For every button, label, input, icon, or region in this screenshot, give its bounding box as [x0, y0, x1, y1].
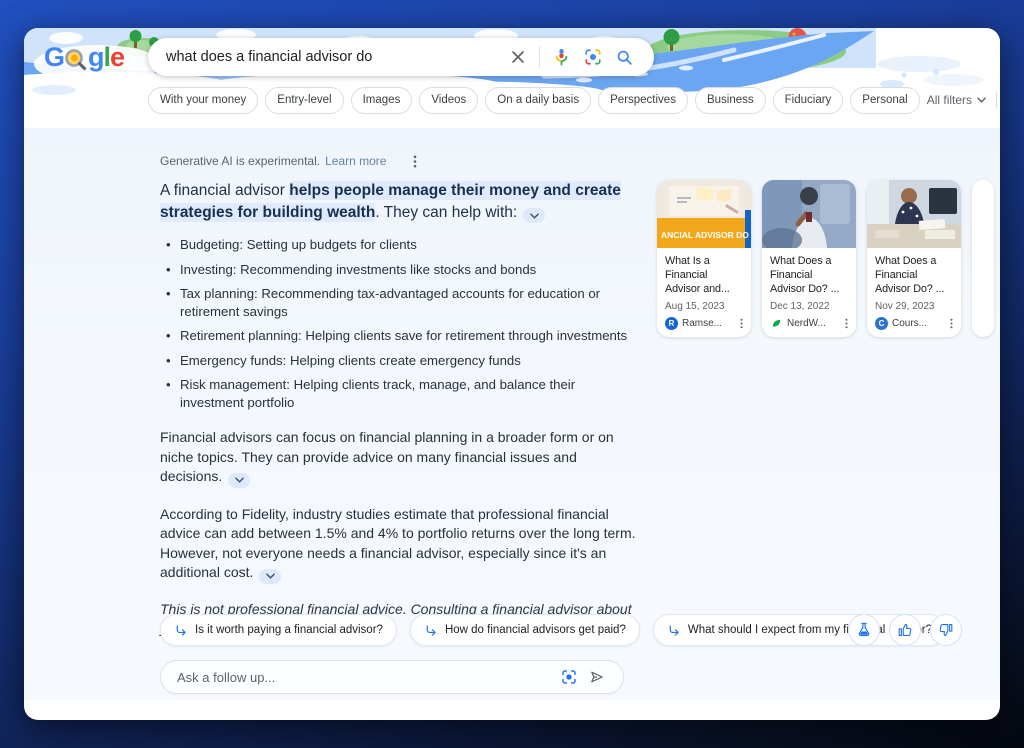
answer-bullet-list: Budgeting: Setting up budgets for client… — [160, 236, 638, 411]
thumbs-down-button[interactable] — [930, 614, 962, 646]
logo-letter: G — [44, 42, 64, 73]
learn-more-link[interactable]: Learn more — [325, 154, 386, 168]
overflow-menu-icon[interactable] — [409, 155, 421, 168]
filters-right-group: All filters Tools — [927, 92, 1000, 108]
mic-icon[interactable] — [546, 48, 577, 67]
card-body: What Is a Financial Advisor and... Aug 1… — [657, 248, 751, 330]
send-icon[interactable] — [583, 669, 611, 685]
card-title: What Does a Financial Advisor Do? ... — [875, 255, 953, 296]
search-bar — [148, 38, 654, 76]
bullet-item: Investing: Recommending investments like… — [160, 261, 638, 279]
partial-source-card[interactable] — [972, 180, 994, 337]
source-favicon: R — [665, 317, 678, 330]
bullet-item: Retirement planning: Helping clients sav… — [160, 327, 638, 345]
source-favicon: C — [875, 317, 888, 330]
card-body: What Does a Financial Advisor Do? ... No… — [867, 248, 961, 330]
followup-input-bar — [160, 660, 624, 694]
card-date: Dec 13, 2022 — [770, 301, 848, 312]
card-date: Nov 29, 2023 — [875, 301, 953, 312]
card-menu-icon[interactable] — [845, 318, 848, 329]
filter-chip[interactable]: Personal — [850, 87, 919, 114]
followup-chips-row: Is it worth paying a financial advisor? … — [160, 614, 946, 646]
filter-chip[interactable]: Perspectives — [598, 87, 688, 114]
filter-chip[interactable]: Fiduciary — [773, 87, 844, 114]
filter-chip[interactable]: With your money — [148, 87, 258, 114]
logo-letter: g — [88, 42, 104, 73]
lens-icon[interactable] — [555, 669, 583, 685]
bullet-item: Budgeting: Setting up budgets for client… — [160, 236, 638, 254]
flask-icon — [856, 622, 872, 638]
followup-chip[interactable]: Is it worth paying a financial advisor? — [160, 614, 397, 646]
followup-input[interactable] — [177, 670, 555, 685]
all-filters-label: All filters — [927, 93, 972, 107]
all-filters-button[interactable]: All filters — [927, 93, 986, 107]
card-thumbnail: ANCIAL ADVISOR DO — [657, 180, 751, 248]
search-submit-icon[interactable] — [609, 49, 640, 66]
bullet-item: Tax planning: Recommending tax-advantage… — [160, 285, 638, 320]
card-title: What Is a Financial Advisor and... — [665, 255, 743, 296]
bullet-item: Risk management: Helping clients track, … — [160, 376, 638, 411]
answer-suffix: . They can help with: — [375, 204, 517, 221]
branch-arrow-icon — [174, 624, 187, 637]
filter-chip[interactable]: On a daily basis — [485, 87, 591, 114]
card-menu-icon[interactable] — [740, 318, 743, 329]
lens-icon[interactable] — [577, 48, 609, 66]
thumbs-up-button[interactable] — [889, 614, 921, 646]
filter-chip[interactable]: Videos — [419, 87, 478, 114]
followup-label: How do financial advisors get paid? — [445, 624, 626, 636]
magnifier-doodle-icon — [63, 45, 89, 73]
source-cards: ANCIAL ADVISOR DO What Is a Financial Ad… — [657, 180, 961, 337]
expand-chevron-icon[interactable] — [523, 208, 545, 223]
filter-chip[interactable]: Business — [695, 87, 766, 114]
source-favicon — [770, 317, 783, 330]
sge-panel: Generative AI is experimental. Learn mor… — [24, 128, 1000, 700]
card-date: Aug 15, 2023 — [665, 301, 743, 312]
experiment-button[interactable] — [848, 614, 880, 646]
card-thumbnail — [867, 180, 961, 248]
source-card[interactable]: What Does a Financial Advisor Do? ... No… — [867, 180, 961, 337]
expand-chevron-icon[interactable] — [228, 473, 250, 488]
followup-label: Is it worth paying a financial advisor? — [195, 624, 383, 636]
card-source-row: R Ramse... — [665, 317, 743, 330]
branch-arrow-icon — [667, 624, 680, 637]
card-title: What Does a Financial Advisor Do? ... — [770, 255, 848, 296]
branch-arrow-icon — [424, 624, 437, 637]
source-card[interactable]: What Does a Financial Advisor Do? ... De… — [762, 180, 856, 337]
experimental-row: Generative AI is experimental. Learn mor… — [160, 154, 421, 168]
thumbs-up-icon — [897, 622, 913, 638]
filter-chip[interactable]: Images — [351, 87, 413, 114]
card-source-row: NerdW... — [770, 317, 848, 330]
thumbs-down-icon — [938, 622, 954, 638]
card-thumbnail — [762, 180, 856, 248]
filter-chip[interactable]: Entry-level — [265, 87, 343, 114]
filters-divider — [996, 92, 997, 108]
card-menu-icon[interactable] — [950, 318, 953, 329]
source-name: Cours... — [892, 318, 946, 329]
card-body: What Does a Financial Advisor Do? ... De… — [762, 248, 856, 330]
paragraph-fidelity: According to Fidelity, industry studies … — [160, 505, 638, 584]
search-input[interactable] — [166, 49, 503, 65]
paragraph-fidelity-text: According to Fidelity, industry studies … — [160, 506, 636, 581]
paragraph-focus: Financial advisors can focus on financia… — [160, 428, 638, 488]
clear-search-icon[interactable] — [503, 49, 533, 65]
source-name: Ramse... — [682, 318, 736, 329]
answer-prefix: A financial advisor — [160, 182, 289, 199]
chevron-down-icon — [977, 97, 986, 103]
answer-heading: A financial advisor helps people manage … — [160, 180, 638, 223]
source-card[interactable]: ANCIAL ADVISOR DO What Is a Financial Ad… — [657, 180, 751, 337]
ai-answer: A financial advisor helps people manage … — [160, 180, 638, 639]
svg-text:ANCIAL ADVISOR DO: ANCIAL ADVISOR DO — [661, 230, 749, 240]
bullet-item: Emergency funds: Helping clients create … — [160, 352, 638, 370]
expand-chevron-icon[interactable] — [259, 569, 281, 584]
feedback-buttons — [848, 614, 962, 646]
searchbar-divider — [539, 46, 540, 68]
source-name: NerdW... — [787, 318, 841, 329]
filter-chips-row: With your money Entry-level Images Video… — [148, 85, 984, 115]
browser-page: 2 5 — [24, 28, 1000, 720]
experimental-note: Generative AI is experimental. — [160, 154, 320, 168]
google-logo[interactable]: G g l e — [44, 40, 124, 74]
logo-letter: e — [110, 42, 124, 73]
followup-chip[interactable]: How do financial advisors get paid? — [410, 614, 640, 646]
card-source-row: C Cours... — [875, 317, 953, 330]
